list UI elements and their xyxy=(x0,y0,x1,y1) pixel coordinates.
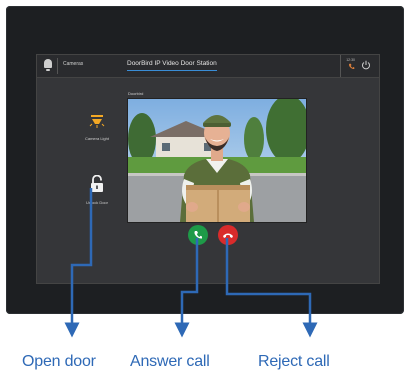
answer-call-callout: Answer call xyxy=(130,353,210,370)
arrow-icon xyxy=(174,238,199,338)
open-door-callout: Open door xyxy=(22,353,96,370)
callout-arrows xyxy=(64,188,318,338)
arrow-icon xyxy=(225,238,318,338)
reject-call-callout: Reject call xyxy=(258,353,330,370)
arrow-icon xyxy=(64,188,93,338)
